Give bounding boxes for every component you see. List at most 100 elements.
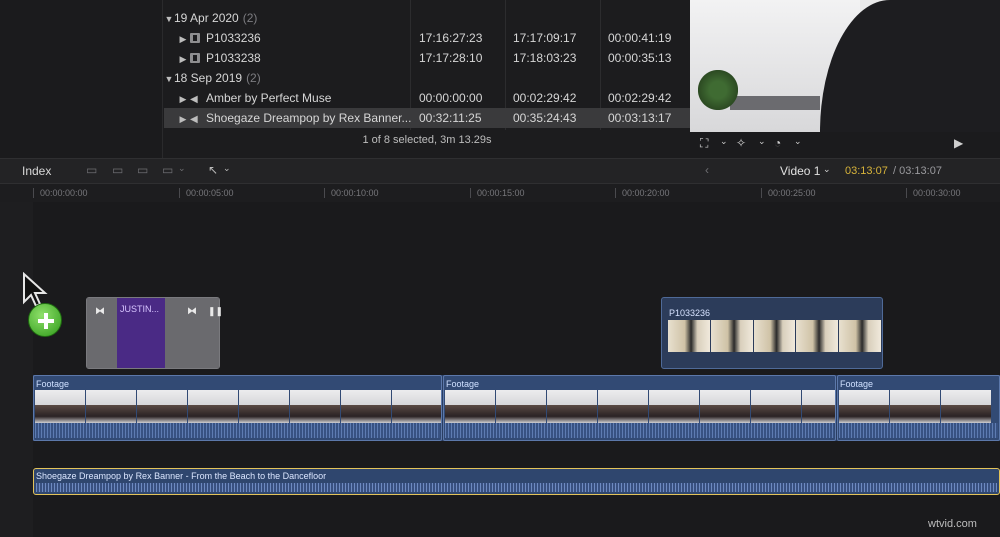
clip-thumbnails: [668, 320, 882, 352]
disclosure-closed-icon[interactable]: ▶: [178, 89, 188, 109]
chevron-down-icon[interactable]: ⌄: [758, 136, 766, 147]
clip-duration: 00:00:35:13: [608, 51, 672, 65]
event-count: (2): [246, 71, 261, 85]
clip-name: Shoegaze Dreampop by Rex Banner...: [206, 111, 412, 125]
timecode-total: / 03:13:07: [893, 165, 942, 177]
clip-duration: 00:03:13:17: [608, 111, 672, 125]
audio-waveform: [839, 423, 998, 438]
primary-clip-label: Footage: [36, 379, 70, 389]
clip-end: 17:17:09:17: [513, 31, 577, 45]
clip-thumbnails: [35, 390, 441, 423]
clip-start: 17:16:27:23: [419, 31, 483, 45]
film-icon: [190, 33, 200, 43]
project-name[interactable]: Video 1: [780, 164, 820, 178]
clip-row-selected[interactable]: ▶ ◀ Shoegaze Dreampop by Rex Banner... 00:…: [164, 108, 690, 128]
clip-name: Amber by Perfect Muse: [206, 91, 332, 105]
event-label: 19 Apr 2020: [174, 11, 239, 25]
audio-waveform: [445, 423, 834, 438]
viewer-plant: [698, 70, 738, 110]
chevron-down-icon[interactable]: ⌄: [794, 136, 802, 147]
disclosure-open-icon[interactable]: ▼: [164, 69, 174, 89]
select-tool-icon[interactable]: ↖: [208, 163, 218, 177]
browser-panel: ▼19 Apr 2020 (2) ▶ P1033236 17:16:27:23 17…: [0, 0, 690, 158]
ruler-tick: 00:00:10:00: [324, 188, 379, 198]
primary-clip[interactable]: Footage: [33, 375, 442, 441]
watermark: wtvid.com: [928, 518, 977, 530]
ruler-tick: 00:00:20:00: [615, 188, 670, 198]
transition-icon: ⧓: [95, 306, 105, 317]
ruler-tick: 00:00:15:00: [470, 188, 525, 198]
add-plus-icon: [28, 303, 62, 337]
clip-name: P1033238: [206, 51, 261, 65]
clip-thumbnails: [839, 390, 998, 423]
clip-row[interactable]: ▶ ◀ Amber by Perfect Muse 00:00:00:00 00:0…: [164, 88, 690, 108]
clip-thumbnails: [445, 390, 835, 423]
disclosure-closed-icon[interactable]: ▶: [178, 29, 188, 49]
disclosure-open-icon[interactable]: ▼: [164, 9, 174, 29]
viewer-frame[interactable]: [690, 0, 1000, 132]
disclosure-closed-icon[interactable]: ▶: [178, 109, 188, 129]
audio-icon: ◀: [190, 94, 198, 105]
clip-end: 00:02:29:42: [513, 91, 577, 105]
clip-start: 00:00:00:00: [419, 91, 483, 105]
viewer-toolbar: ⛶ ⌄ ✧ ⌄ ◔ ⌄ ▶: [690, 134, 1000, 156]
connected-clip[interactable]: P1033236: [661, 297, 883, 369]
final-cut-window: ▼19 Apr 2020 (2) ▶ P1033236 17:16:27:23 17…: [0, 0, 1000, 537]
connect-icon[interactable]: ▭: [112, 163, 123, 177]
timeline-body[interactable]: ⧓ JUSTIN... ⧓ ❚❚ P1033236 Footage Footag…: [0, 202, 1000, 537]
clip-appearance-icon[interactable]: ▭: [86, 163, 97, 177]
chevron-down-icon[interactable]: ⌄: [823, 164, 831, 175]
timeline-header: Index ▭ ▭ ▭ ▭ ⌄ ↖ ⌄ ‹ Video 1 ⌄ 03:13:07…: [0, 158, 1000, 184]
connected-clip-label: P1033236: [669, 308, 711, 318]
clip-duration: 00:02:29:42: [608, 91, 672, 105]
title-clip-label: JUSTIN...: [120, 304, 160, 314]
browser-list: ▼19 Apr 2020 (2) ▶ P1033236 17:16:27:23 17…: [164, 0, 690, 130]
chevron-down-icon[interactable]: ⌄: [720, 136, 728, 147]
primary-clip-label: Footage: [840, 379, 874, 389]
primary-clip-label: Footage: [446, 379, 480, 389]
ruler-tick: 00:00:00:00: [33, 188, 88, 198]
primary-clip[interactable]: Footage: [443, 375, 836, 441]
disclosure-closed-icon[interactable]: ▶: [178, 49, 188, 69]
selection-status: 1 of 8 selected, 3m 13.29s: [362, 134, 492, 146]
back-arrow-icon[interactable]: ‹: [705, 163, 709, 177]
transform-icon[interactable]: ⛶: [700, 136, 708, 151]
audio-clip-label: Shoegaze Dreampop by Rex Banner - From t…: [36, 471, 327, 481]
title-clip[interactable]: ⧓ JUSTIN... ⧓ ❚❚: [86, 297, 224, 369]
viewer-panel: ⛶ ⌄ ✧ ⌄ ◔ ⌄ ▶: [690, 0, 1000, 158]
clip-row[interactable]: ▶ P1033238 17:17:28:10 17:18:03:23 00:00:…: [164, 48, 690, 68]
ruler-tick: 00:00:05:00: [179, 188, 234, 198]
clip-start: 17:17:28:10: [419, 51, 483, 65]
clip-row[interactable]: ▶ P1033236 17:16:27:23 17:17:09:17 00:00:…: [164, 28, 690, 48]
film-icon: [190, 53, 200, 63]
event-count: (2): [242, 11, 258, 25]
timeline-ruler[interactable]: 00:00:00:00 00:00:05:00 00:00:10:00 00:0…: [0, 184, 1000, 202]
viewer-shelf: [730, 96, 820, 110]
library-sidebar: [0, 0, 163, 158]
clip-name: P1033236: [206, 31, 261, 45]
append-icon[interactable]: ▭: [162, 163, 173, 177]
insert-icon[interactable]: ▭: [137, 163, 148, 177]
transition-icon: ⧓: [187, 306, 197, 317]
ruler-tick: 00:00:25:00: [761, 188, 816, 198]
event-row[interactable]: ▼19 Apr 2020 (2): [164, 8, 690, 28]
clip-start: 00:32:11:25: [419, 111, 482, 125]
clip-end: 17:18:03:23: [513, 51, 577, 65]
music-audio-clip[interactable]: Shoegaze Dreampop by Rex Banner - From t…: [33, 468, 1000, 495]
play-icon[interactable]: ▶: [954, 136, 963, 150]
ruler-tick: 00:00:30:00: [906, 188, 961, 198]
audio-icon: ◀: [190, 114, 198, 125]
chevron-down-icon[interactable]: ⌄: [223, 163, 231, 174]
pause-icon: ❚❚: [208, 306, 224, 316]
audio-waveform: [35, 423, 440, 438]
magic-wand-icon[interactable]: ✧: [736, 136, 746, 150]
timecode-current: 03:13:07: [845, 165, 888, 177]
index-button[interactable]: Index: [22, 164, 51, 178]
event-row[interactable]: ▼18 Sep 2019 (2): [164, 68, 690, 88]
clip-end: 00:35:24:43: [513, 111, 577, 125]
primary-clip[interactable]: Footage: [837, 375, 1000, 441]
clip-duration: 00:00:41:19: [608, 31, 672, 45]
timeline-gutter: [0, 202, 33, 537]
chevron-down-icon[interactable]: ⌄: [178, 163, 186, 174]
speed-icon[interactable]: ◔: [774, 136, 781, 150]
